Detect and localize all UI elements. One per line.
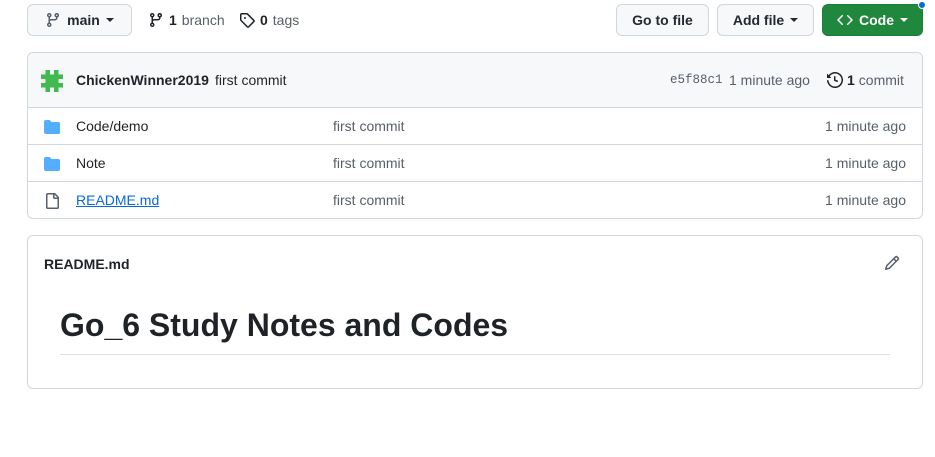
commit-count: 1 [847,72,855,88]
folder-icon [44,156,60,172]
branch-selector-button[interactable]: main [27,4,132,36]
git-branch-icon [148,12,164,28]
commit-history-link[interactable]: 1 commit [827,72,904,88]
tag-icon [239,12,255,28]
code-icon [837,12,853,28]
heading-divider [60,354,890,355]
file-row-readme[interactable]: README.md first commit 1 minute ago [28,182,922,218]
file-commit-time: 1 minute ago [825,118,906,134]
path-name: demo [113,118,149,134]
file-name-link[interactable]: Note [76,155,106,171]
file-commit-time: 1 minute ago [825,192,906,208]
commit-author-link[interactable]: ChickenWinner2019 [76,72,209,88]
chevron-down-icon [900,18,908,22]
file-commit-message-link[interactable]: first commit [333,192,405,208]
avatar[interactable] [41,70,63,92]
add-file-label: Add file [732,12,785,28]
branch-selector-label: main [67,12,100,28]
file-browser: ChickenWinner2019 first commit e5f88c1 1… [27,52,923,219]
code-button[interactable]: Code [822,4,923,36]
readme-heading: Go_6 Study Notes and Codes [60,307,509,343]
file-name-link[interactable]: README.md [76,192,159,208]
repo-toolbar: main 1 branch 0 tags Go to file Add file… [27,1,926,36]
file-row-note[interactable]: Note first commit 1 minute ago [28,145,922,182]
git-branch-icon [45,12,61,28]
branch-label: branch [181,12,225,28]
file-name-link[interactable]: Code/demo [76,118,148,134]
notification-dot [918,1,926,9]
pencil-icon[interactable] [884,255,900,271]
tags-link[interactable]: 0 tags [239,4,299,36]
tag-label: tags [272,12,300,28]
readme-filename: README.md [44,256,130,272]
commit-hash-link[interactable]: e5f88c1 [670,73,723,87]
folder-icon [44,119,60,135]
path-prefix: Code/ [76,118,114,134]
commit-count-label: commit [858,72,904,88]
chevron-down-icon [790,18,799,22]
file-commit-time: 1 minute ago [825,155,906,171]
branch-count: 1 [169,12,177,28]
add-file-button[interactable]: Add file [717,4,814,36]
latest-commit-bar: ChickenWinner2019 first commit e5f88c1 1… [28,53,922,108]
history-icon [827,72,843,88]
tag-count: 0 [260,12,268,28]
branches-link[interactable]: 1 branch [148,4,225,36]
code-label: Code [859,12,894,28]
chevron-down-icon [105,18,114,22]
readme-panel: README.md Go_6 Study Notes and Codes [27,235,923,389]
file-icon [44,193,60,209]
file-commit-message-link[interactable]: first commit [333,155,405,171]
file-row-code-demo[interactable]: Code/demo first commit 1 minute ago [28,108,922,145]
go-to-file-button[interactable]: Go to file [616,4,709,36]
go-to-file-label: Go to file [632,12,693,28]
commit-message-link[interactable]: first commit [215,72,287,88]
file-commit-message-link[interactable]: first commit [333,118,405,134]
commit-time: 1 minute ago [729,72,810,88]
